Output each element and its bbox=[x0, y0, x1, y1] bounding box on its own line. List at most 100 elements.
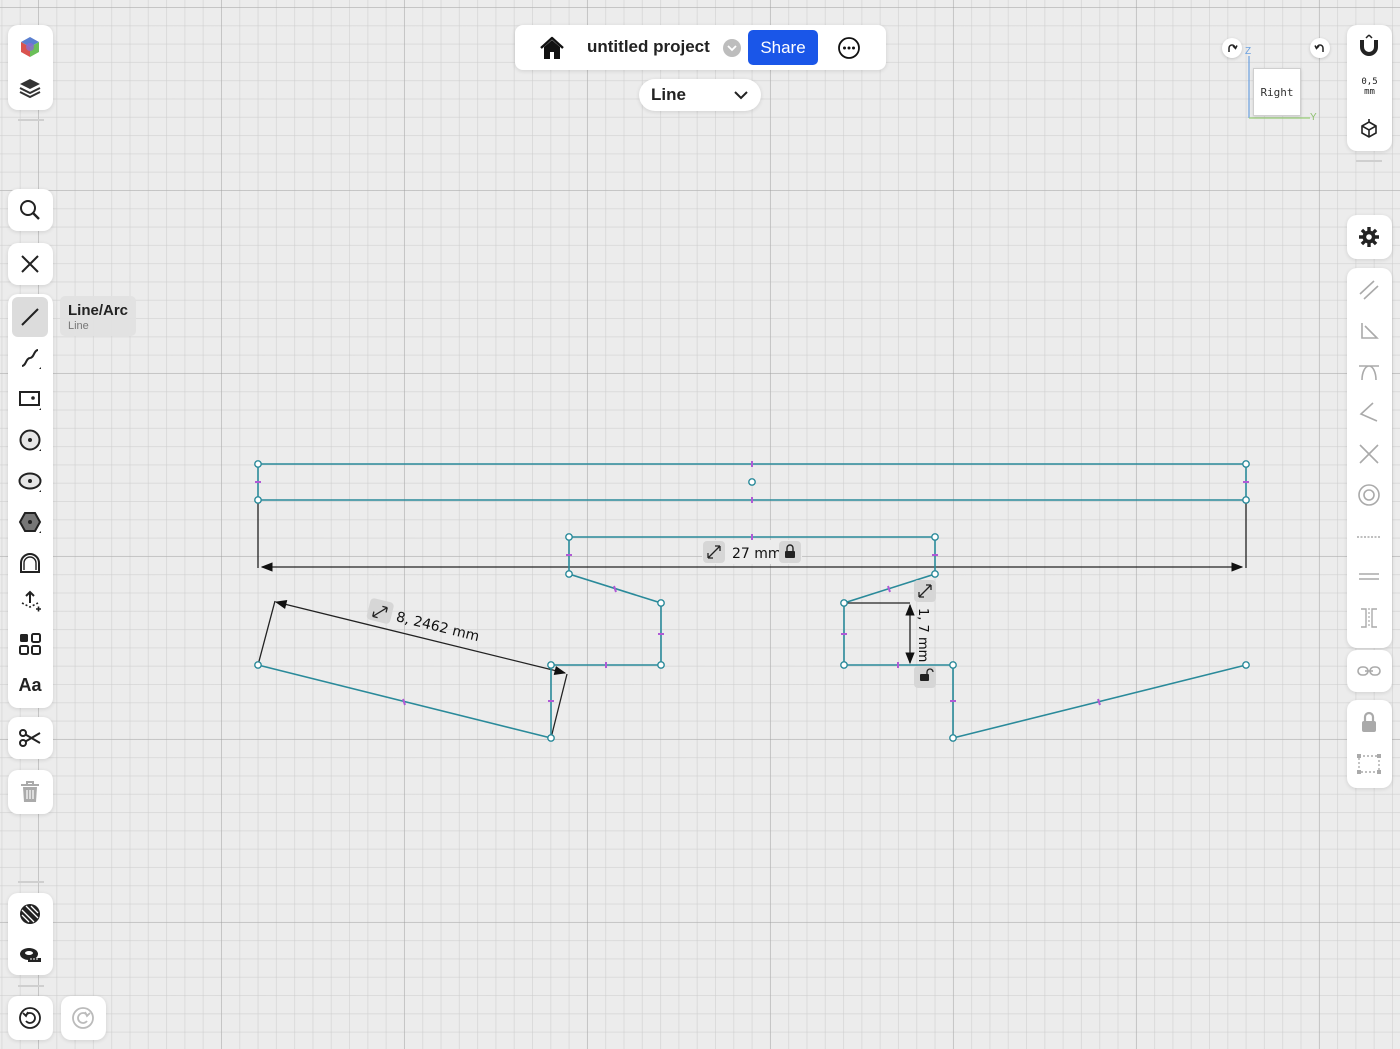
project-title[interactable]: untitled project bbox=[587, 37, 710, 57]
rotate-view-ccw-button[interactable] bbox=[1310, 38, 1330, 58]
project-header: untitled project Share bbox=[515, 25, 886, 70]
hatch-icon bbox=[20, 904, 40, 924]
measure-button[interactable] bbox=[8, 934, 52, 974]
pattern-tool-button[interactable] bbox=[8, 624, 52, 664]
right-toolbar-top: 0,5 mm bbox=[1347, 25, 1392, 151]
share-button[interactable]: Share bbox=[748, 30, 818, 65]
rectangle-tool-button[interactable] bbox=[8, 379, 52, 419]
unlock-icon bbox=[920, 674, 929, 681]
redo-button[interactable] bbox=[61, 998, 105, 1038]
text-tool-button[interactable]: Aa bbox=[8, 665, 52, 705]
delete-button[interactable] bbox=[8, 772, 52, 812]
appearance-icon bbox=[21, 37, 39, 57]
home-button[interactable] bbox=[537, 34, 567, 62]
symmetric-constraint-button[interactable] bbox=[1347, 598, 1391, 638]
horizontal-constraint-button[interactable] bbox=[1347, 517, 1391, 557]
dimension-label-vertical[interactable]: 1, 7 mm bbox=[914, 580, 936, 688]
undo-button[interactable] bbox=[8, 998, 52, 1038]
grid-scale[interactable]: 0,5 mm bbox=[1347, 77, 1392, 97]
polygon-icon bbox=[18, 512, 42, 533]
tooltip-title: Line/Arc bbox=[68, 302, 129, 319]
intersect-constraint-button[interactable] bbox=[1347, 434, 1391, 474]
view-cube-toggle-button[interactable] bbox=[1347, 109, 1391, 149]
trim-panel bbox=[8, 717, 53, 759]
sketch-mode-label: Line bbox=[651, 85, 686, 104]
ellipse-tool-button[interactable] bbox=[8, 461, 52, 501]
hatch-button[interactable] bbox=[8, 894, 52, 934]
horizontal-icon bbox=[1357, 536, 1381, 538]
close-tool-button[interactable] bbox=[8, 244, 52, 284]
trim-tool-button[interactable] bbox=[8, 718, 52, 758]
sketch-tools-panel: Aa bbox=[8, 294, 53, 708]
equal-constraint-button[interactable] bbox=[1347, 556, 1391, 596]
settings-button[interactable] bbox=[1347, 217, 1391, 257]
slot-icon bbox=[20, 553, 40, 573]
line-arc-tool-button[interactable] bbox=[12, 297, 48, 337]
snap-button[interactable] bbox=[1347, 26, 1391, 66]
dimension-value-vertical: 1, 7 mm bbox=[915, 608, 930, 662]
constraints-panel bbox=[1347, 268, 1392, 648]
more-button[interactable] bbox=[837, 36, 861, 60]
delete-icon bbox=[21, 781, 39, 802]
lock-icon bbox=[785, 551, 795, 558]
toolbar-divider bbox=[18, 985, 44, 987]
circle-tool-button[interactable] bbox=[8, 420, 52, 460]
axis-y-label: Y bbox=[1310, 112, 1317, 123]
view-cube[interactable]: Right bbox=[1253, 68, 1301, 116]
dimension-value-slanted: 8, 2462 mm bbox=[394, 609, 481, 645]
construction-box-button[interactable] bbox=[1347, 744, 1391, 784]
undo-icon bbox=[19, 1007, 41, 1029]
dimension-value-horizontal: 27 mm bbox=[732, 546, 782, 562]
snap-magnet-icon bbox=[1360, 34, 1378, 56]
perpendicular-icon bbox=[1361, 323, 1379, 339]
trim-icon bbox=[19, 729, 41, 747]
angle-icon bbox=[1359, 402, 1378, 422]
undo-panel bbox=[8, 996, 53, 1040]
layers-button[interactable] bbox=[8, 68, 52, 108]
project-menu-chevron[interactable] bbox=[723, 39, 741, 57]
perpendicular-constraint-button[interactable] bbox=[1347, 311, 1391, 351]
rectangle-icon bbox=[19, 391, 41, 410]
sketch-mode-select[interactable]: Line bbox=[639, 79, 761, 111]
delete-panel bbox=[8, 770, 53, 814]
link-button[interactable] bbox=[1347, 651, 1391, 691]
pattern-icon bbox=[19, 633, 41, 655]
home-icon bbox=[540, 36, 564, 59]
bottom-tools-panel bbox=[8, 893, 53, 975]
project-geometry-button[interactable] bbox=[8, 581, 52, 621]
dimension-label-horizontal[interactable]: 27 mm bbox=[702, 540, 802, 564]
spline-tool-button[interactable] bbox=[8, 338, 52, 378]
tangent-constraint-button[interactable] bbox=[1347, 352, 1391, 392]
symmetric-icon bbox=[1361, 608, 1377, 628]
close-panel bbox=[8, 243, 53, 285]
spline-icon bbox=[21, 349, 41, 369]
angle-constraint-button[interactable] bbox=[1347, 392, 1391, 432]
layers-icon bbox=[19, 79, 41, 99]
construction-box-icon bbox=[1357, 754, 1381, 774]
slot-tool-button[interactable] bbox=[8, 543, 52, 583]
sketch-canvas[interactable]: 27 mm 8, 2462 mm 1, 7 mm bbox=[0, 0, 1400, 1049]
concentric-constraint-button[interactable] bbox=[1347, 475, 1391, 515]
settings-panel bbox=[1347, 215, 1392, 259]
more-icon bbox=[838, 37, 860, 59]
lock-panel bbox=[1347, 700, 1392, 788]
equal-icon bbox=[1359, 573, 1379, 580]
search-panel bbox=[8, 189, 53, 231]
line-arc-icon bbox=[21, 308, 39, 326]
lock-button[interactable] bbox=[1347, 702, 1391, 742]
search-button[interactable] bbox=[8, 190, 52, 230]
project-icon bbox=[21, 590, 41, 612]
polygon-tool-button[interactable] bbox=[8, 502, 52, 542]
appearance-button[interactable] bbox=[8, 27, 52, 67]
axis-z-label: Z bbox=[1245, 46, 1252, 57]
chevron-down-icon bbox=[727, 45, 737, 52]
close-icon bbox=[21, 255, 39, 273]
rotate-view-cw-button[interactable] bbox=[1222, 38, 1242, 58]
search-icon bbox=[20, 200, 40, 220]
toolbar-divider bbox=[18, 881, 44, 883]
toolbar-divider bbox=[18, 119, 44, 121]
midpoint-markers bbox=[255, 461, 1249, 706]
parallel-constraint-button[interactable] bbox=[1347, 270, 1391, 310]
grid-scale-value: 0,5 bbox=[1361, 77, 1378, 87]
dimension-line-slanted[interactable] bbox=[274, 599, 567, 676]
